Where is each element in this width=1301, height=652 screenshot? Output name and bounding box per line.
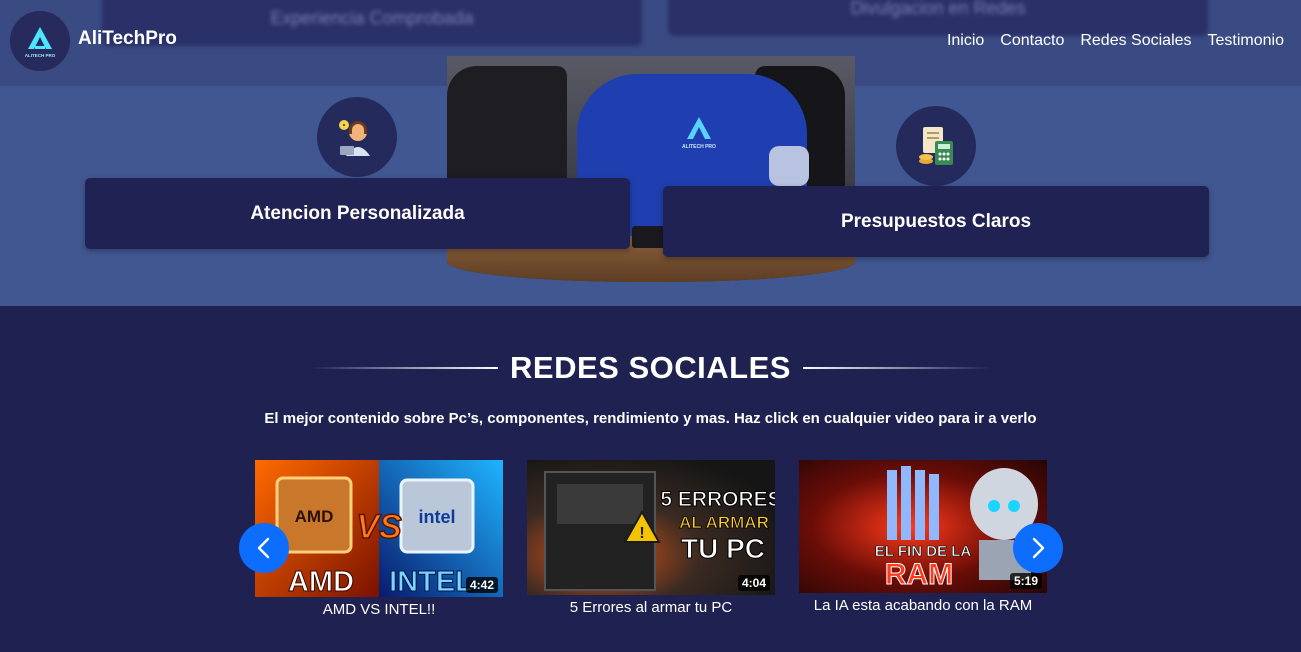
video-title[interactable]: AMD VS INTEL!! [255,601,503,618]
svg-text:INTEL: INTEL [389,566,473,597]
nav-links: Inicio Contacto Redes Sociales Testimoni… [947,32,1284,50]
social-section: REDES SOCIALES El mejor contenido sobre … [0,306,1301,652]
video-duration: 5:19 [1009,573,1042,589]
video-title[interactable]: 5 Errores al armar tu PC [527,599,775,616]
nav-link-testimonio[interactable]: Testimonio [1208,32,1284,50]
carousel-prev-button[interactable] [239,523,289,573]
section-subtitle: El mejor contenido sobre Pc’s, component… [264,410,1037,427]
video-title[interactable]: La IA esta acabando con la RAM [799,597,1047,614]
feature-card-attention: Atencion Personalizada [85,178,630,249]
top-navbar: ALITECH PRO AliTechPro Inicio Contacto R… [0,0,1301,86]
svg-text:!: ! [639,525,644,542]
svg-text:ALITECH PRO: ALITECH PRO [25,53,56,58]
brand-name[interactable]: AliTechPro [78,28,177,50]
chevron-left-icon [257,537,270,559]
svg-text:VS: VS [356,508,402,546]
heading-divider-right [802,367,991,369]
feature-label: Atencion Personalizada [250,202,465,224]
calculator-budget-icon [896,106,976,186]
chevron-right-icon [1032,537,1045,559]
svg-text:5 ERRORES: 5 ERRORES [660,488,775,511]
video-duration: 4:04 [737,575,770,591]
shirt-logo-icon: ALITECH PRO [682,117,716,150]
svg-text:RAM: RAM [885,558,953,591]
carousel-next-button[interactable] [1013,523,1063,573]
video-thumbnail[interactable]: EL FIN DE LA RAM 5:19 [799,460,1047,593]
section-title: REDES SOCIALES [510,350,791,385]
support-agent-icon [317,97,397,177]
feature-label: Presupuestos Claros [840,210,1032,232]
nav-link-redes-sociales[interactable]: Redes Sociales [1080,32,1191,50]
video-thumbnail[interactable]: AMD intel VS AMD INTEL 4:42 [255,460,503,597]
svg-text:TU PC: TU PC [681,533,765,564]
brand-logo-icon: ALITECH PRO [25,27,56,58]
svg-text:ALITECH PRO: ALITECH PRO [682,144,716,150]
video-duration: 4:42 [465,577,498,593]
heading-divider-left [310,367,499,369]
video-card-amd-vs-intel[interactable]: AMD intel VS AMD INTEL 4:42 AMD VS INTEL… [255,460,503,618]
svg-text:AL ARMAR: AL ARMAR [679,513,769,532]
feature-card-budgets: Presupuestos Claros [663,186,1209,257]
nav-link-contacto[interactable]: Contacto [1000,32,1064,50]
section-heading: REDES SOCIALES [0,350,1301,386]
brand-logo[interactable]: ALITECH PRO [10,11,70,71]
video-card-ia-ram[interactable]: EL FIN DE LA RAM 5:19 La IA esta acaband… [799,460,1047,614]
video-card-5-errores[interactable]: ! 5 ERRORES AL ARMAR TU PC 4:04 5 Errore… [527,460,775,616]
svg-text:intel: intel [418,507,455,527]
nav-link-inicio[interactable]: Inicio [947,32,984,50]
video-thumbnail[interactable]: ! 5 ERRORES AL ARMAR TU PC 4:04 [527,460,775,595]
svg-text:AMD: AMD [288,566,354,597]
svg-text:AMD: AMD [295,507,334,526]
